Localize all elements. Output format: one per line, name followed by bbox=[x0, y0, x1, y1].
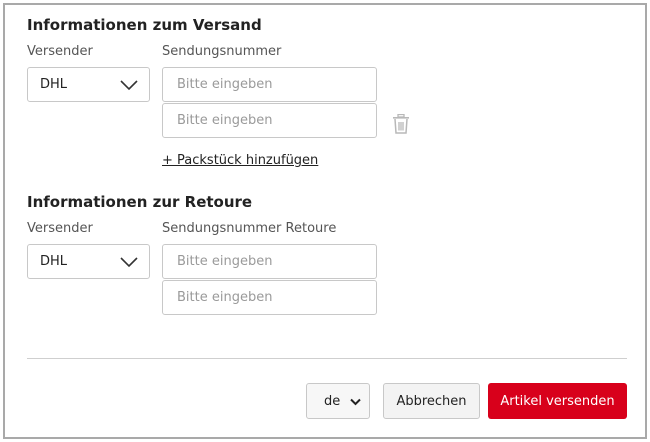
chevron-down-icon bbox=[120, 257, 138, 268]
send-articles-button[interactable]: Artikel versenden bbox=[488, 383, 627, 419]
returns-section-title: Informationen zur Retoure bbox=[27, 193, 253, 211]
returns-carrier-label: Versender bbox=[27, 221, 93, 236]
shipping-tracking-label: Sendungsnummer bbox=[162, 44, 282, 59]
shipping-carrier-select[interactable]: DHL bbox=[27, 67, 150, 102]
footer-divider bbox=[27, 358, 627, 359]
language-value: de bbox=[324, 393, 341, 409]
language-select[interactable]: de bbox=[306, 383, 370, 419]
returns-tracking-label: Sendungsnummer Retoure bbox=[162, 221, 337, 236]
shipping-section-title: Informationen zum Versand bbox=[27, 16, 262, 34]
shipping-carrier-label: Versender bbox=[27, 44, 93, 59]
shipping-carrier-value: DHL bbox=[40, 77, 68, 92]
chevron-down-icon bbox=[350, 398, 361, 406]
returns-tracking-input-2[interactable] bbox=[162, 280, 377, 315]
chevron-down-icon bbox=[120, 80, 138, 91]
trash-icon[interactable] bbox=[392, 114, 410, 134]
returns-carrier-value: DHL bbox=[40, 254, 68, 269]
add-package-link[interactable]: + Packstück hinzufügen bbox=[162, 153, 318, 168]
shipping-tracking-input-2[interactable] bbox=[162, 103, 377, 138]
cancel-button[interactable]: Abbrechen bbox=[383, 383, 480, 419]
shipping-tracking-input-1[interactable] bbox=[162, 67, 377, 102]
returns-tracking-input-1[interactable] bbox=[162, 244, 377, 279]
returns-carrier-select[interactable]: DHL bbox=[27, 244, 150, 279]
